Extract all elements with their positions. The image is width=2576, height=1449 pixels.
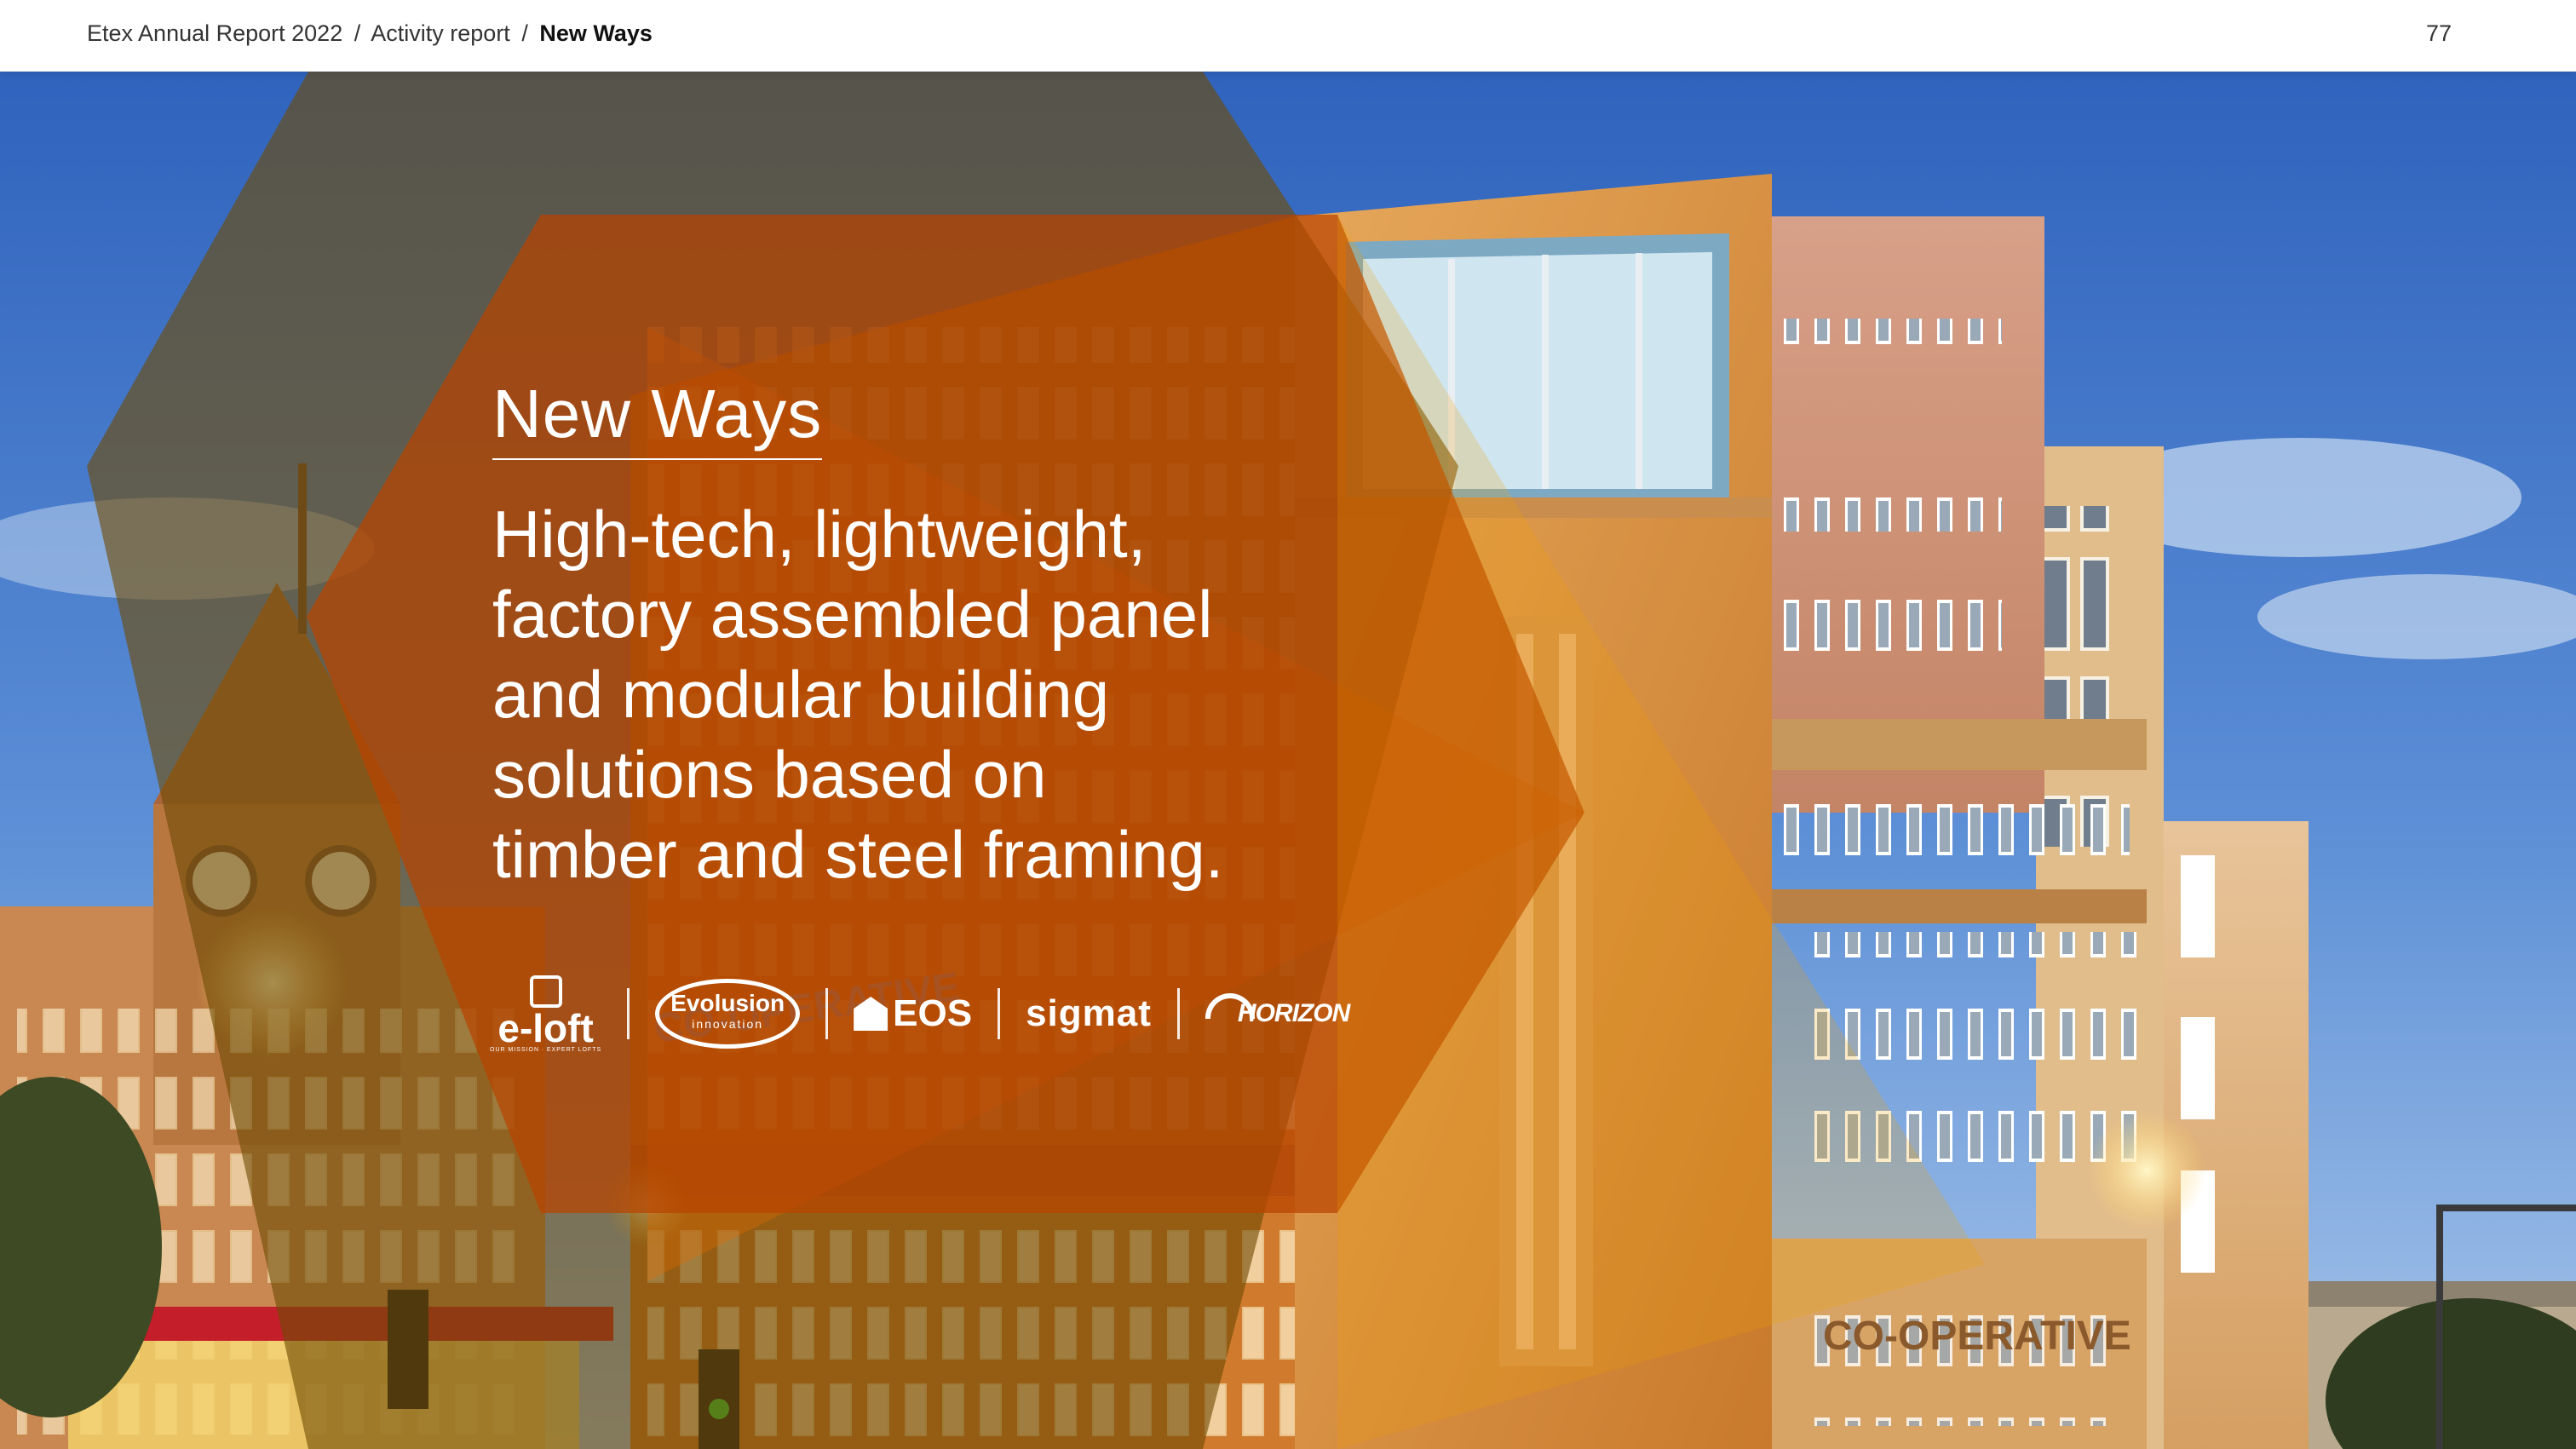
section-title: New Ways <box>492 375 823 460</box>
eloft-wordmark: e-loft <box>497 1005 594 1050</box>
breadcrumb-separator: / <box>521 20 528 46</box>
eos-wordmark: EOS <box>893 992 973 1034</box>
eloft-mark-icon <box>529 975 562 1008</box>
breadcrumb-current: New Ways <box>539 20 653 46</box>
logo-divider <box>998 988 1001 1039</box>
breadcrumb-section[interactable]: Activity report <box>371 20 510 46</box>
logo-divider <box>1176 988 1180 1039</box>
evolusion-sub: innovation <box>692 1017 764 1031</box>
breadcrumb: Etex Annual Report 2022 / Activity repor… <box>87 20 653 47</box>
house-icon <box>854 997 888 1031</box>
horizon-wordmark: HORIZON <box>1237 999 1350 1027</box>
logo-divider <box>627 988 630 1039</box>
hero-image: CO-OPERATIVE CO-OPERATIVE <box>0 72 2576 1449</box>
eloft-logo: e-loft OUR MISSION ∙ EXPERT LOFTS <box>490 975 601 1053</box>
sigmat-wordmark: sigmat <box>1026 992 1152 1034</box>
headline-line: factory assembled panel <box>492 577 1213 652</box>
building-sign: CO-OPERATIVE <box>1823 1314 2131 1359</box>
headline-line: and modular building <box>492 657 1110 732</box>
breadcrumb-report[interactable]: Etex Annual Report 2022 <box>87 20 342 46</box>
page-number: 77 <box>2425 20 2452 46</box>
logo-divider <box>825 988 829 1039</box>
horizon-logo: HORIZON <box>1205 993 1350 1028</box>
breadcrumb-separator: / <box>354 20 361 46</box>
headline-line: High-tech, lightweight, <box>492 497 1147 572</box>
eloft-tagline: OUR MISSION ∙ EXPERT LOFTS <box>490 1046 602 1053</box>
eos-logo: EOS <box>854 992 972 1035</box>
building-photo: CO-OPERATIVE CO-OPERATIVE <box>0 72 2576 1449</box>
sigmat-logo: sigmat <box>1026 992 1152 1035</box>
brand-logos: e-loft OUR MISSION ∙ EXPERT LOFTS Evolus… <box>490 971 1350 1056</box>
page-header: Etex Annual Report 2022 / Activity repor… <box>0 0 2576 72</box>
headline-line: solutions based on <box>492 737 1047 812</box>
evolusion-logo: Evolusion innovation <box>655 979 801 1049</box>
report-page: Etex Annual Report 2022 / Activity repor… <box>0 0 2576 1449</box>
headline: High-tech, lightweight, factory assemble… <box>492 494 1259 894</box>
headline-line: timber and steel framing. <box>492 817 1224 892</box>
evolusion-wordmark: Evolusion <box>670 990 785 1016</box>
